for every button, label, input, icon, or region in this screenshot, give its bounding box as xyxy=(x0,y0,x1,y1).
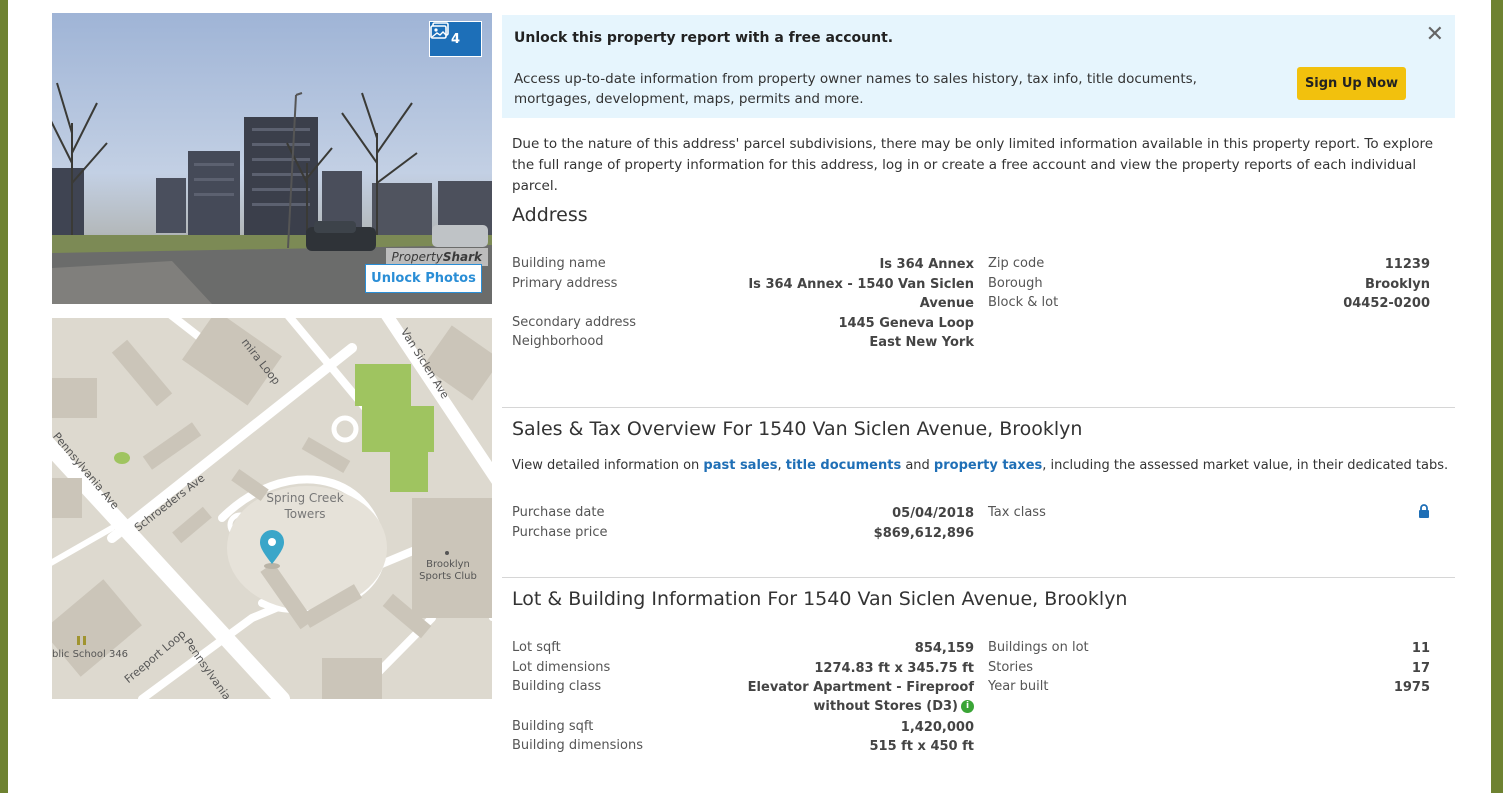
past-sales-link[interactable]: past sales xyxy=(703,458,777,473)
sign-up-now-button[interactable]: Sign Up Now xyxy=(1297,67,1406,100)
property-map[interactable]: mira Loop Van Siclen Ave Pennsylvania Av… xyxy=(52,318,492,699)
zip-code-label: Zip code xyxy=(988,256,1045,271)
map-place-spring-creek: Spring Creek Towers xyxy=(266,491,344,521)
photo-count-value: 4 xyxy=(450,31,461,47)
address-section-title: Address xyxy=(512,204,588,226)
purchase-date-value: 05/04/2018 xyxy=(892,506,974,521)
primary-address-label: Primary address xyxy=(512,276,618,291)
borough-value: Brooklyn xyxy=(1364,277,1430,292)
block-lot-value: 04452-0200 xyxy=(1343,296,1430,311)
lot-dimensions-value: 1274.83 ft x 345.75 ft xyxy=(814,661,974,676)
title-documents-link[interactable]: title documents xyxy=(786,458,901,473)
tax-class-label: Tax class xyxy=(988,505,1046,520)
map-label-public-school: blic School 346 xyxy=(52,649,129,660)
unlock-photos-button[interactable]: Unlock Photos xyxy=(365,264,482,293)
map-place-sports-club: Brooklyn Sports Club xyxy=(419,559,477,582)
zip-code-value: 11239 xyxy=(1384,257,1430,272)
building-dimensions-label: Building dimensions xyxy=(512,738,643,753)
property-photo[interactable]: 4 PropertyShark Unlock Photos xyxy=(52,13,492,304)
year-built-label: Year built xyxy=(988,679,1049,694)
property-report-page: 4 PropertyShark Unlock Photos mira Loop … xyxy=(8,0,1491,793)
neighborhood-label: Neighborhood xyxy=(512,334,604,349)
photo-count-badge[interactable]: 4 xyxy=(429,21,482,57)
lot-dimensions-label: Lot dimensions xyxy=(512,660,611,675)
buildings-on-lot-value: 11 xyxy=(1411,641,1430,656)
buildings-on-lot-label: Buildings on lot xyxy=(988,640,1089,655)
banner-title: Unlock this property report with a free … xyxy=(514,30,894,46)
lot-sqft-label: Lot sqft xyxy=(512,640,561,655)
stories-value: 17 xyxy=(1411,661,1430,676)
purchase-price-label: Purchase price xyxy=(512,525,608,540)
section-divider xyxy=(502,407,1455,408)
sales-tax-description: View detailed information on past sales,… xyxy=(512,458,1449,473)
building-sqft-label: Building sqft xyxy=(512,719,594,734)
building-dimensions-value: 515 ft x 450 ft xyxy=(869,739,974,754)
block-lot-label: Block & lot xyxy=(988,295,1059,310)
purchase-price-value: $869,612,896 xyxy=(873,526,974,541)
primary-address-value: Is 364 Annex - 1540 Van Siclen Avenue xyxy=(748,277,974,311)
signup-banner: Unlock this property report with a free … xyxy=(502,15,1455,118)
building-name-value: Is 364 Annex xyxy=(879,257,974,272)
gallery-icon xyxy=(430,22,449,39)
section-divider xyxy=(502,577,1455,578)
banner-text: Access up-to-date information from prope… xyxy=(514,71,1197,107)
building-sqft-value: 1,420,000 xyxy=(900,720,974,735)
secondary-address-value: 1445 Geneva Loop xyxy=(838,316,975,331)
stories-label: Stories xyxy=(988,660,1034,675)
info-icon[interactable]: i xyxy=(961,700,974,713)
building-class-label: Building class xyxy=(512,679,602,694)
property-taxes-link[interactable]: property taxes xyxy=(934,458,1042,473)
borough-label: Borough xyxy=(988,276,1043,291)
close-icon[interactable]: ✕ xyxy=(1426,22,1444,47)
year-built-value: 1975 xyxy=(1393,680,1430,695)
sales-tax-section-title: Sales & Tax Overview For 1540 Van Siclen… xyxy=(512,418,1083,440)
club-dot xyxy=(445,551,449,555)
purchase-date-label: Purchase date xyxy=(512,505,605,520)
lot-sqft-value: 854,159 xyxy=(914,641,974,656)
building-name-label: Building name xyxy=(512,256,606,271)
neighborhood-value: East New York xyxy=(869,335,974,350)
lock-icon[interactable] xyxy=(1418,504,1430,519)
lot-building-section-title: Lot & Building Information For 1540 Van … xyxy=(512,588,1128,610)
parcel-notice: Due to the nature of this address' parce… xyxy=(512,136,1434,194)
secondary-address-label: Secondary address xyxy=(512,315,637,330)
building-class-value: Elevator Apartment - Fireproof without S… xyxy=(747,680,974,714)
